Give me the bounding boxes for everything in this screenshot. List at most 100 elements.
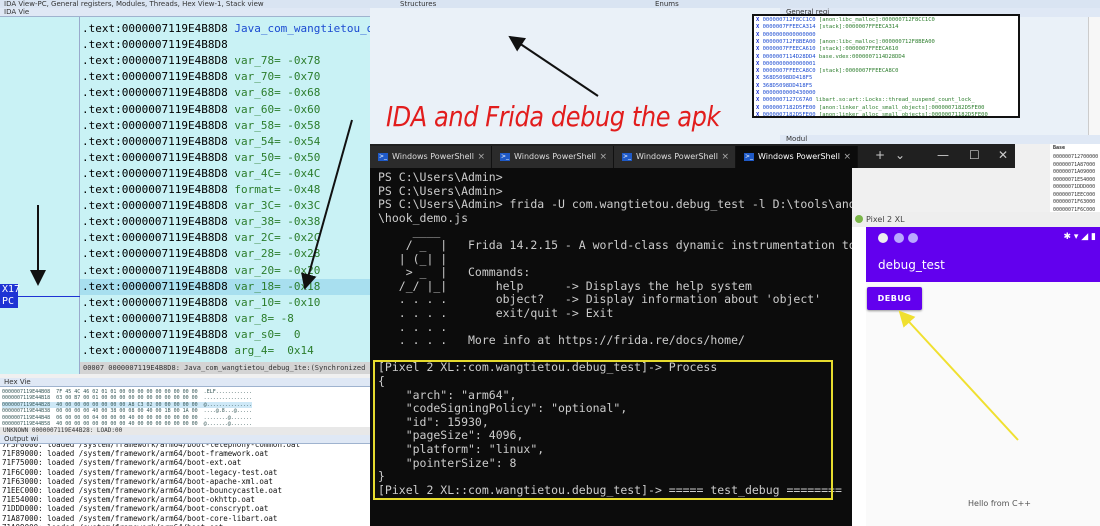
register-jump-icon[interactable]: X	[756, 105, 763, 111]
close-tab-icon[interactable]: ×	[843, 146, 851, 168]
disasm-line[interactable]: .text:0000007119E4B8D8 var_50= -0x50	[80, 150, 370, 166]
register-jump-icon[interactable]: X	[756, 32, 763, 38]
register-jump-icon[interactable]: X	[756, 68, 763, 74]
emulator-app-icon	[855, 215, 863, 223]
register-row[interactable]: X 000000712F8BEA00 [anon:libc_malloc]:00…	[756, 39, 935, 46]
output-window-title[interactable]: Output wi	[0, 435, 370, 444]
disasm-line[interactable]: .text:0000007119E4B8D8	[80, 37, 370, 53]
debug-button[interactable]: DEBUG	[867, 287, 922, 310]
ida-disassembly[interactable]: .text:0000007119E4B8D8 Java_com_wangtiet…	[80, 17, 370, 374]
ida-scroll-strip[interactable]	[1088, 17, 1100, 135]
red-caption: IDA and Frida debug the apk	[386, 100, 721, 133]
powershell-tab[interactable]: >_ Windows PowerShell ×	[370, 146, 492, 168]
tab-label: Windows PowerShell	[392, 152, 474, 161]
register-jump-icon[interactable]: X	[756, 61, 763, 67]
emulator-title[interactable]: Pixel 2 XL	[852, 212, 1100, 227]
close-tab-icon[interactable]: ×	[721, 146, 729, 168]
register-jump-icon[interactable]: X	[756, 39, 763, 45]
disasm-line[interactable]: .text:0000007119E4B8D8 var_3C= -0x3C	[80, 198, 370, 214]
register-row[interactable]: X 0000007114D28DD4 base.vdex:0000007114D…	[756, 54, 905, 61]
disasm-line[interactable]: .text:0000007119E4B8D8 var_38= -0x38	[80, 214, 370, 230]
tab-dropdown-button[interactable]: ⌄	[895, 148, 905, 162]
register-jump-icon[interactable]: X	[756, 24, 763, 30]
register-row[interactable]: X 0000000000000000	[756, 32, 819, 39]
register-jump-icon[interactable]: X	[756, 46, 763, 52]
disasm-line[interactable]: .text:0000007119E4B8D8 var_8= -8	[80, 311, 370, 327]
disasm-line[interactable]: .text:0000007119E4B8D8 var_10= -0x10	[80, 295, 370, 311]
modules-title[interactable]: Modul	[780, 135, 1100, 144]
hex-row[interactable]: 0000007119E44B28 40 00 00 00 00 00 00 00…	[2, 401, 252, 408]
general-registers-panel[interactable]: X 000000712F8CC1C0 [anon:libc_malloc]:00…	[752, 14, 1020, 118]
register-row[interactable]: X 0000000000000001	[756, 61, 819, 68]
maximize-button[interactable]: ☐	[969, 148, 980, 162]
tab-label: Windows PowerShell	[758, 152, 840, 161]
output-window[interactable]: 7F3F0000: loaded /system/framework/arm64…	[0, 444, 370, 526]
disasm-line[interactable]: .text:0000007119E4B8D8 var_78= -0x78	[80, 53, 370, 69]
close-window-button[interactable]: ✕	[998, 148, 1008, 162]
status-icon-1	[878, 233, 888, 243]
register-row[interactable]: X 0000007182D5FE00 [anon:linker_alloc_sm…	[756, 112, 988, 116]
disasm-line[interactable]: .text:0000007119E4B8D8 var_70= -0x70	[80, 69, 370, 85]
disasm-line[interactable]: .text:0000007119E4B8D8 var_2C= -0x2C	[80, 230, 370, 246]
register-row[interactable]: X 0000007FFEECA8C0 [stack]:0000007FFEECA…	[756, 68, 898, 75]
register-jump-icon[interactable]: X	[756, 75, 763, 81]
module-base-address[interactable]: 00000071EEC000	[1053, 192, 1095, 199]
module-base-address[interactable]: 00000071DDD000	[1053, 184, 1095, 191]
disasm-line[interactable]: .text:0000007119E4B8D8 var_28= -0x28	[80, 246, 370, 262]
register-jump-icon[interactable]: X	[756, 97, 763, 103]
enums-tab[interactable]: Enums	[655, 0, 679, 8]
register-jump-icon[interactable]: X	[756, 112, 763, 116]
hex-row[interactable]: 0000007119E44B18 03 00 B7 00 01 00 00 00…	[2, 395, 252, 401]
module-base-address[interactable]: 00000071F63000	[1053, 199, 1095, 206]
powershell-tab[interactable]: >_ Windows PowerShell ×	[614, 146, 736, 168]
register-jump-icon[interactable]: X	[756, 54, 763, 60]
disasm-line[interactable]: .text:0000007119E4B8D8 format= -0x48	[80, 182, 370, 198]
disasm-line[interactable]: .text:0000007119E4B8D8 var_68= -0x68	[80, 85, 370, 101]
register-row[interactable]: X 0000007FFEECA314 [stack]:0000007FFEECA…	[756, 24, 898, 31]
disasm-line[interactable]: .text:0000007119E4B8D8 var_4C= -0x4C	[80, 166, 370, 182]
disasm-operand: var_10= -0x10	[234, 295, 321, 309]
disasm-address: .text:0000007119E4B8D8	[82, 86, 235, 100]
module-base-address[interactable]: 000000712700000	[1053, 154, 1098, 161]
pc-register-marker[interactable]: X17 PC	[0, 284, 20, 308]
ida-tabs-label[interactable]: IDA View-PC, General registers, Modules,…	[4, 0, 264, 8]
module-base-address[interactable]: 00000071A09000	[1053, 169, 1095, 176]
disasm-line[interactable]: .text:0000007119E4B8D8 Java_com_wangtiet…	[80, 21, 370, 37]
disasm-line[interactable]: .text:0000007119E4B8D8 var_s0= 0	[80, 327, 370, 343]
hex-row[interactable]: 0000007119E44B48 06 00 00 00 04 00 00 00…	[2, 415, 252, 421]
register-row[interactable]: X 0000000000430000	[756, 90, 819, 97]
ida-view-title[interactable]: IDA Vie	[0, 8, 370, 17]
register-value: 000000712F8BEA00	[762, 38, 819, 45]
hex-view-title[interactable]: Hex Vie	[0, 378, 370, 387]
new-tab-button[interactable]: +	[875, 148, 885, 162]
minimize-button[interactable]: —	[937, 148, 949, 162]
register-jump-icon[interactable]: X	[756, 90, 763, 96]
register-row[interactable]: X 0000007FFEECA610 [stack]:0000007FFEECA…	[756, 46, 898, 53]
register-row[interactable]: X 0000007182D5FE00 [anon:linker_alloc_sm…	[756, 105, 985, 112]
register-jump-icon[interactable]: X	[756, 17, 763, 23]
module-base-address[interactable]: 00000071A87000	[1053, 162, 1095, 169]
disasm-line[interactable]: .text:0000007119E4B8D8 var_58= -0x58	[80, 118, 370, 134]
disasm-line[interactable]: .text:0000007119E4B8D8 var_60= -0x60	[80, 102, 370, 118]
register-jump-icon[interactable]: X	[756, 83, 763, 89]
powershell-tab[interactable]: >_ Windows PowerShell ×	[492, 146, 614, 168]
register-row[interactable]: X 0000007127C67A0 libart.so:art::Locks::…	[756, 97, 975, 104]
disasm-operand: var_54= -0x54	[234, 134, 321, 148]
process-output-highlight	[373, 360, 833, 500]
disasm-line[interactable]: .text:0000007119E4B8D8 arg_4= 0x14	[80, 343, 370, 359]
module-base-address[interactable]: 00000071E54000	[1053, 177, 1095, 184]
hex-view[interactable]: 0000007119E44B08 7F 45 4C 46 02 01 01 00…	[0, 387, 370, 427]
disasm-line[interactable]: .text:0000007119E4B8D8 var_20= -0x20	[80, 263, 370, 279]
powershell-tab[interactable]: >_ Windows PowerShell ×	[736, 146, 858, 168]
terminal-line: \hook_demo.js	[378, 210, 469, 225]
hex-row[interactable]: 0000007119E44B38 00 00 00 00 40 00 38 00…	[2, 408, 252, 414]
register-row[interactable]: X 000000712F8CC1C0 [anon:libc_malloc]:00…	[756, 17, 935, 24]
register-row[interactable]: X 368D5098DD418F5	[756, 83, 816, 90]
structures-tab[interactable]: Structures	[400, 0, 436, 8]
register-row[interactable]: X 368D5098DD418F5	[756, 75, 816, 82]
disasm-line[interactable]: .text:0000007119E4B8D8 var_54= -0x54	[80, 134, 370, 150]
disasm-line[interactable]: .text:0000007119E4B8D8 var_18= -0x18	[80, 278, 370, 295]
close-tab-icon[interactable]: ×	[599, 146, 607, 168]
close-tab-icon[interactable]: ×	[477, 146, 485, 168]
hex-row[interactable]: 0000007119E44B08 7F 45 4C 46 02 01 01 00…	[2, 389, 252, 395]
